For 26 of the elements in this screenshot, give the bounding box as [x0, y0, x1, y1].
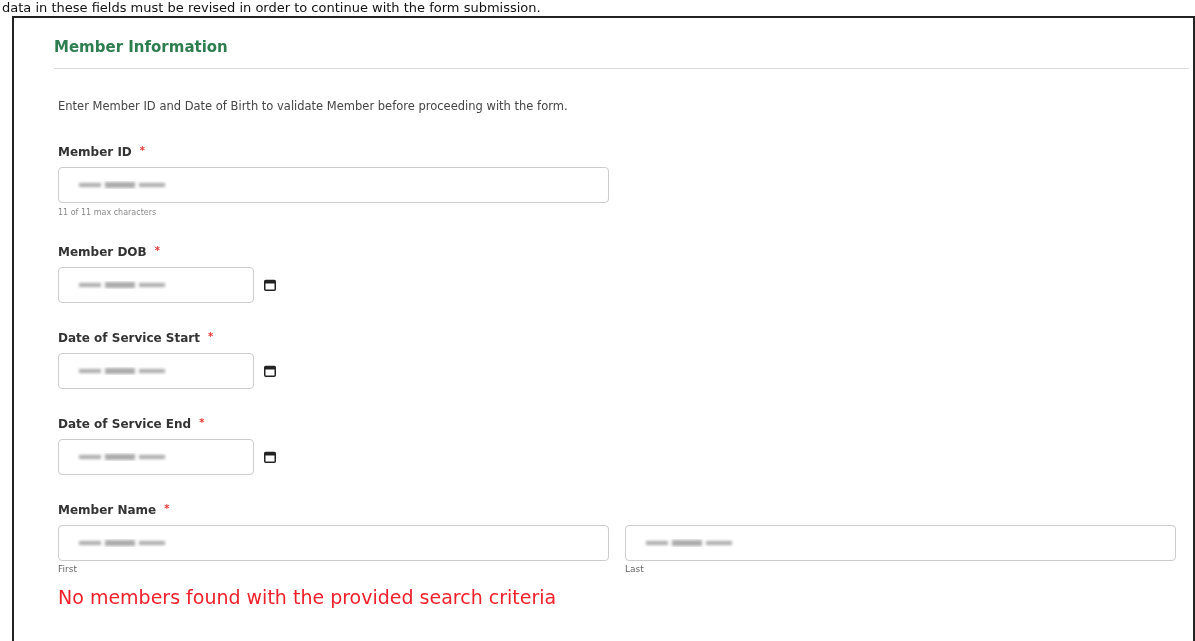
helper-text: 11 of 11 max characters — [58, 208, 158, 217]
required-mark: * — [154, 245, 160, 258]
section-title: Member Information — [54, 38, 1189, 69]
instruction-text: Enter Member ID and Date of Birth to validate Member before proceeding with the form. — [58, 99, 569, 113]
date-field[interactable] — [58, 353, 254, 389]
required-mark: * — [199, 417, 205, 430]
calendar-icon[interactable] — [264, 365, 276, 377]
date-field[interactable] — [58, 267, 254, 303]
required-mark: * — [164, 503, 170, 516]
field-sublabel: Last — [625, 564, 645, 574]
required-mark: * — [139, 145, 146, 158]
field-label: Member DOB — [58, 245, 147, 259]
field-label: Date of Service End — [58, 417, 192, 431]
field-sublabel: First — [58, 564, 78, 574]
field-label: Date of Service Start — [58, 331, 200, 345]
error-message: No members found with the provided search criteria — [58, 586, 558, 608]
input-field[interactable] — [625, 525, 1176, 561]
input-field[interactable] — [58, 525, 609, 561]
date-field[interactable] — [58, 439, 254, 475]
calendar-icon[interactable] — [264, 451, 276, 463]
field-label: Member Name — [58, 503, 157, 517]
calendar-icon[interactable] — [264, 279, 276, 291]
note-text: data in these fields must be revised in order to continue with the form submission. — [1, 0, 542, 16]
required-mark: * — [207, 331, 214, 344]
field-label: Member ID — [58, 145, 132, 159]
input-field[interactable] — [58, 167, 609, 203]
